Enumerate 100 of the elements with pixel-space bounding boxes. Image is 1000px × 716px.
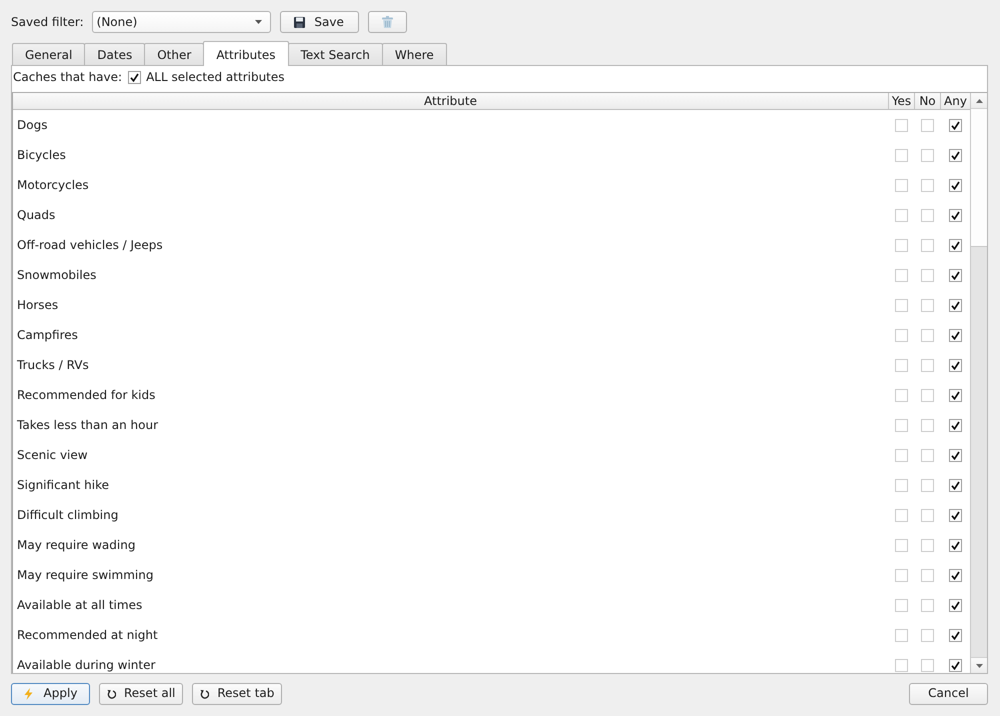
- attribute-name: Takes less than an hour: [17, 418, 158, 432]
- checkbox[interactable]: [894, 178, 908, 192]
- checkbox[interactable]: [948, 118, 962, 132]
- triangle-down-icon: [976, 664, 982, 668]
- checkbox[interactable]: [920, 358, 934, 372]
- scroll-down-button[interactable]: [971, 657, 987, 673]
- checkbox[interactable]: [894, 658, 908, 672]
- checkbox[interactable]: [894, 598, 908, 612]
- checkbox[interactable]: [948, 328, 962, 342]
- checkbox[interactable]: [920, 238, 934, 252]
- attribute-name: Recommended at night: [17, 628, 158, 642]
- checkbox[interactable]: [920, 598, 934, 612]
- checkbox[interactable]: [920, 448, 934, 462]
- checkbox[interactable]: [920, 148, 934, 162]
- checkbox[interactable]: [894, 388, 908, 402]
- checkbox[interactable]: [894, 118, 908, 132]
- checkbox[interactable]: [894, 328, 908, 342]
- checkbox[interactable]: [948, 388, 962, 402]
- saved-filter-label: Saved filter:: [11, 14, 84, 30]
- column-header[interactable]: Yes: [888, 93, 914, 109]
- checkbox[interactable]: [920, 298, 934, 312]
- checkbox[interactable]: [920, 658, 934, 672]
- checkbox[interactable]: [894, 448, 908, 462]
- attribute-name: Off-road vehicles / Jeeps: [17, 238, 163, 252]
- checkbox[interactable]: [894, 418, 908, 432]
- checkbox[interactable]: [948, 418, 962, 432]
- match-label: Caches that have:: [13, 70, 122, 84]
- checkbox[interactable]: [948, 508, 962, 522]
- checkbox[interactable]: [894, 268, 908, 282]
- attribute-name: Scenic view: [17, 448, 88, 462]
- checkbox[interactable]: [894, 628, 908, 642]
- attribute-name: May require swimming: [17, 568, 154, 582]
- checkbox[interactable]: [920, 178, 934, 192]
- column-header[interactable]: No: [914, 93, 940, 109]
- checkbox[interactable]: [920, 508, 934, 522]
- checkbox[interactable]: [948, 538, 962, 552]
- reset-button[interactable]: Reset tab: [192, 682, 282, 704]
- checkbox[interactable]: [948, 238, 962, 252]
- checkbox[interactable]: [894, 208, 908, 222]
- attribute-name: Snowmobiles: [17, 268, 96, 282]
- tab[interactable]: Text Search: [288, 43, 383, 65]
- checkbox[interactable]: [920, 268, 934, 282]
- checkbox[interactable]: [894, 238, 908, 252]
- checkbox[interactable]: [920, 628, 934, 642]
- attribute-name: Horses: [17, 298, 58, 312]
- attribute-name: Significant hike: [17, 478, 109, 492]
- checkbox[interactable]: [948, 178, 962, 192]
- attribute-name: Bicycles: [17, 148, 66, 162]
- checkbox[interactable]: [948, 598, 962, 612]
- column-header[interactable]: Attribute: [13, 93, 888, 109]
- checkbox[interactable]: [920, 328, 934, 342]
- attribute-name: Available during winter: [17, 658, 156, 672]
- cancel-button[interactable]: Cancel: [909, 682, 988, 704]
- checkbox[interactable]: [894, 538, 908, 552]
- delete-button[interactable]: [368, 11, 407, 33]
- checkbox[interactable]: [948, 268, 962, 282]
- checkbox[interactable]: [948, 478, 962, 492]
- triangle-up-icon: [976, 98, 982, 102]
- checkbox[interactable]: [920, 568, 934, 582]
- attribute-name: May require wading: [17, 538, 136, 552]
- apply-button[interactable]: Apply: [11, 682, 90, 704]
- checkbox[interactable]: [920, 208, 934, 222]
- checkbox[interactable]: [948, 298, 962, 312]
- checkbox[interactable]: [948, 628, 962, 642]
- tab[interactable]: Other: [144, 43, 204, 65]
- checkbox[interactable]: [920, 388, 934, 402]
- checkbox[interactable]: [894, 148, 908, 162]
- checkbox[interactable]: [920, 478, 934, 492]
- checkbox[interactable]: [948, 658, 962, 672]
- circular-arrow-icon: [107, 688, 116, 698]
- tab[interactable]: Attributes: [203, 41, 289, 66]
- all-attributes-checkbox[interactable]: [128, 70, 142, 84]
- checkbox[interactable]: [894, 568, 908, 582]
- checkbox-label[interactable]: ALL selected attributes: [146, 70, 285, 84]
- scroll-up-button[interactable]: [971, 93, 987, 109]
- attribute-name: Campfires: [17, 328, 78, 342]
- save-button[interactable]: Save: [280, 11, 359, 33]
- attribute-name: Available at all times: [17, 598, 142, 612]
- tab[interactable]: Dates: [84, 43, 146, 65]
- saved-filter-dropdown[interactable]: (None): [92, 11, 271, 33]
- attribute-name: Recommended for kids: [17, 388, 156, 402]
- checkbox[interactable]: [920, 418, 934, 432]
- circular-arrow-icon: [200, 688, 210, 698]
- checkbox[interactable]: [948, 358, 962, 372]
- attribute-name: Trucks / RVs: [17, 358, 89, 372]
- scrollbar-thumb[interactable]: [971, 109, 987, 247]
- tab[interactable]: General: [12, 43, 86, 65]
- attribute-name: Dogs: [17, 118, 48, 132]
- checkbox[interactable]: [894, 478, 908, 492]
- checkbox[interactable]: [920, 538, 934, 552]
- checkbox[interactable]: [948, 448, 962, 462]
- reset-button[interactable]: Reset all: [99, 682, 184, 704]
- checkbox[interactable]: [948, 148, 962, 162]
- checkbox[interactable]: [948, 568, 962, 582]
- checkbox[interactable]: [894, 358, 908, 372]
- checkbox[interactable]: [920, 118, 934, 132]
- checkbox[interactable]: [948, 208, 962, 222]
- tab[interactable]: Where: [382, 43, 447, 65]
- checkbox[interactable]: [894, 508, 908, 522]
- checkbox[interactable]: [894, 298, 908, 312]
